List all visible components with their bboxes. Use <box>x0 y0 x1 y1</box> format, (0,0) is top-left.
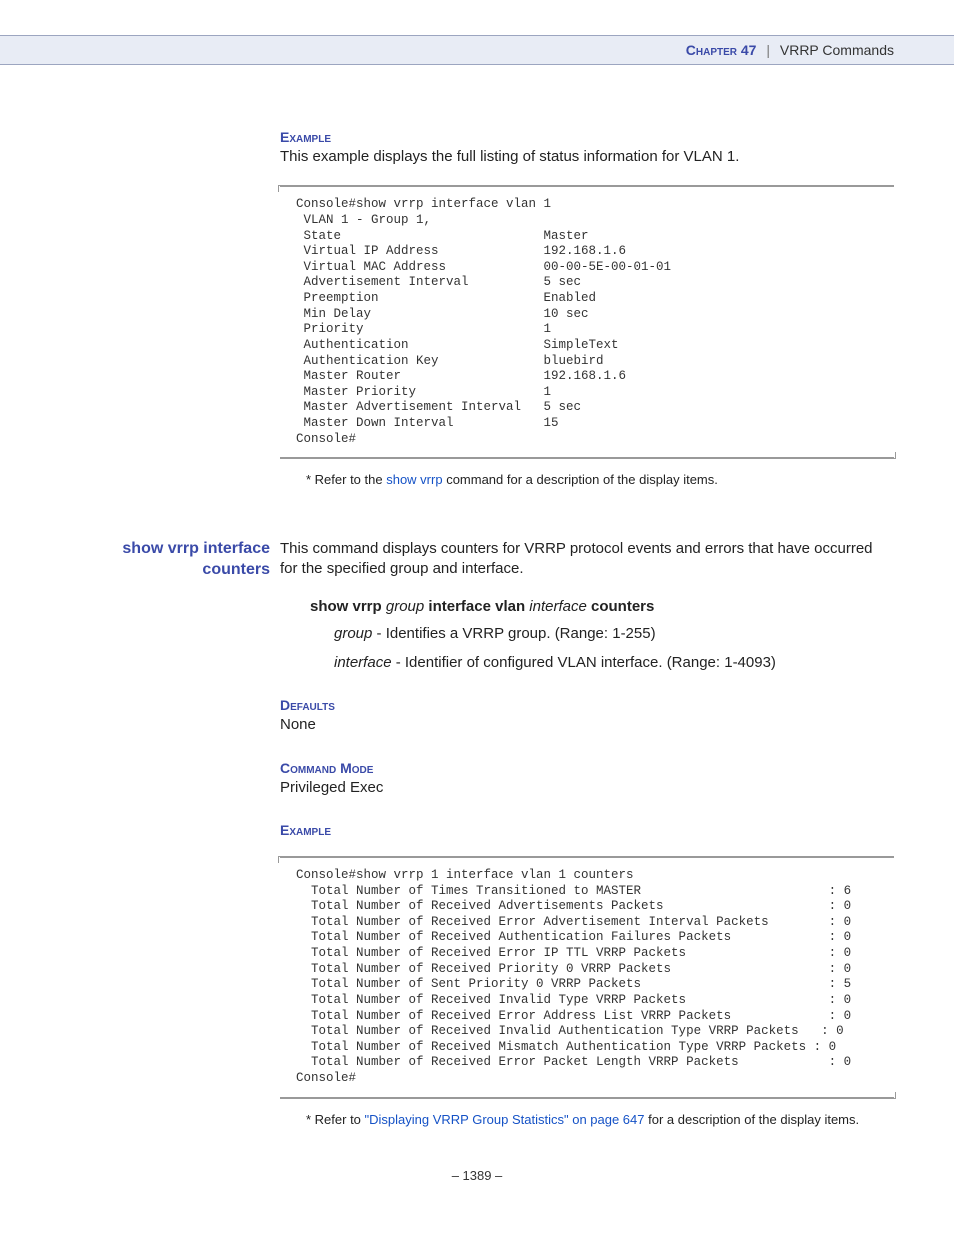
footnote-2-suffix: for a description of the display items. <box>645 1112 860 1127</box>
page-number: – 1389 – <box>60 1168 894 1203</box>
command-name: show vrrp interface counters <box>60 539 280 581</box>
footnote-2-prefix: * Refer to <box>306 1112 365 1127</box>
footnote-1-prefix: * Refer to the <box>306 472 386 487</box>
console-output-1: Console#show vrrp interface vlan 1 VLAN … <box>280 185 894 459</box>
command-name-line2: counters <box>60 560 270 581</box>
example-heading-2: Example <box>280 822 894 838</box>
param-group-text: - Identifies a VRRP group. (Range: 1-255… <box>372 625 655 642</box>
header-separator: | <box>760 42 776 58</box>
syntax-arg2: interface <box>529 598 587 615</box>
command-name-line1: show vrrp interface <box>60 539 270 560</box>
example-intro-1: This example displays the full listing o… <box>280 147 894 167</box>
command-description: This command displays counters for VRRP … <box>280 539 894 580</box>
param-interface-text: - Identifier of configured VLAN interfac… <box>392 654 776 671</box>
command-mode-heading: Command Mode <box>280 760 894 776</box>
footnote-1-suffix: command for a description of the display… <box>443 472 718 487</box>
param-group-name: group <box>334 625 372 642</box>
syntax-kw3: counters <box>587 598 655 615</box>
example-heading-1: Example <box>280 129 894 145</box>
param-group: group - Identifies a VRRP group. (Range:… <box>334 623 894 644</box>
page-header: Chapter 47 | VRRP Commands <box>0 35 954 65</box>
displaying-vrrp-stats-link[interactable]: "Displaying VRRP Group Statistics" on pa… <box>365 1112 645 1127</box>
console-output-2: Console#show vrrp 1 interface vlan 1 cou… <box>280 856 894 1099</box>
chapter-title: VRRP Commands <box>780 42 894 58</box>
defaults-text: None <box>280 715 894 735</box>
syntax-arg1: group <box>386 598 424 615</box>
syntax-line: show vrrp group interface vlan interface… <box>310 598 894 615</box>
syntax-kw2: interface vlan <box>424 598 529 615</box>
footnote-2: * Refer to "Displaying VRRP Group Statis… <box>306 1111 894 1129</box>
defaults-heading: Defaults <box>280 697 894 713</box>
syntax-kw1: show vrrp <box>310 598 386 615</box>
show-vrrp-link[interactable]: show vrrp <box>386 472 442 487</box>
param-interface-name: interface <box>334 654 392 671</box>
chapter-label: Chapter 47 <box>686 42 757 58</box>
footnote-1: * Refer to the show vrrp command for a d… <box>306 471 894 489</box>
command-mode-text: Privileged Exec <box>280 778 894 798</box>
param-interface: interface - Identifier of configured VLA… <box>334 652 894 673</box>
